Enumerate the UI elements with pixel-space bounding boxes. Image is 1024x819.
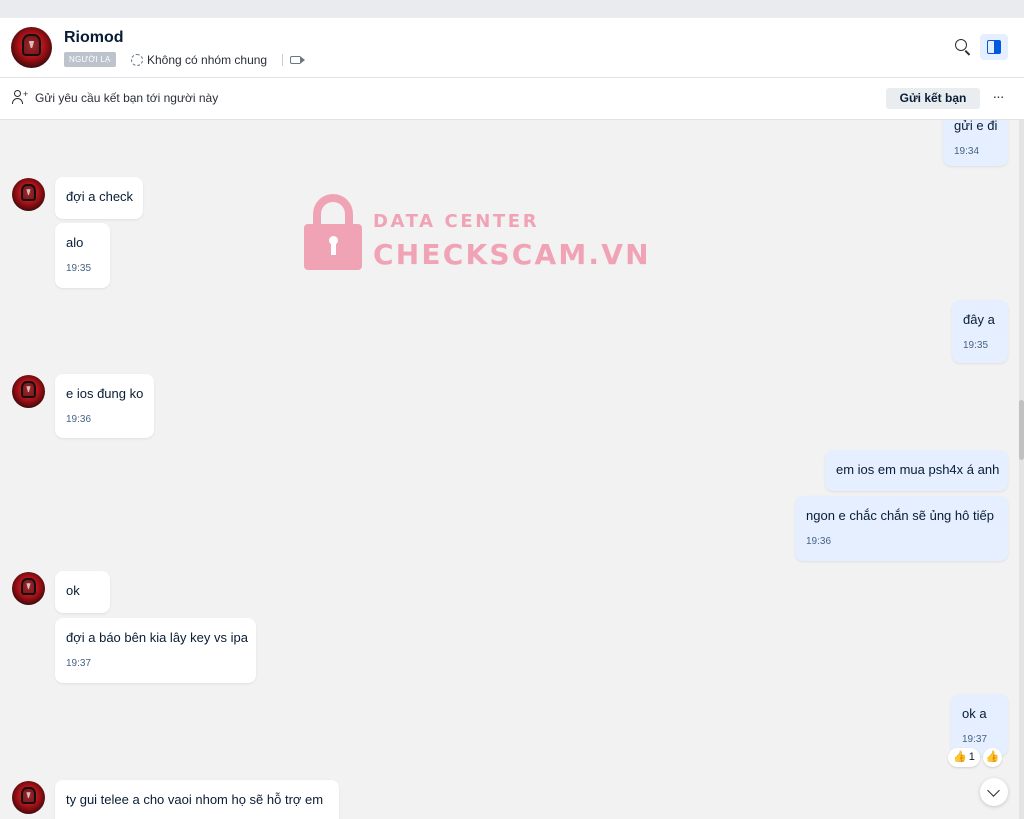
message-time: 19:37 [962,734,988,745]
send-friend-request-button[interactable]: Gửi kết bạn [886,88,980,109]
thumbs-up-icon: 👍 [953,751,967,763]
watermark-line-2: CHECKSCAM.VN [373,238,651,271]
common-groups-label: Không có nhóm chung [147,53,268,67]
contact-name[interactable]: Riomod [64,29,124,47]
message-bubble-sent[interactable]: ok a 19:37 [951,694,1008,756]
message-bubble-received[interactable]: e ios đung ko 19:36 [55,374,154,438]
watermark-line-1: DATA CENTER [373,211,540,232]
contact-avatar[interactable] [11,27,52,68]
message-text: ok a [962,706,987,721]
scroll-to-bottom-button[interactable] [980,778,1008,806]
search-icon[interactable] [955,39,971,55]
toggle-info-panel-button[interactable] [980,34,1008,60]
message-bubble-sent[interactable]: em ios em mua psh4x á anh [825,450,1008,491]
message-text: ok [66,583,80,598]
message-time: 19:34 [954,146,980,157]
message-bubble-sent[interactable]: gửi e đi 19:34 [943,120,1008,166]
message-text: e ios đung ko [66,386,144,401]
add-reaction-icon[interactable]: 👍 [982,748,1002,767]
sender-avatar[interactable] [12,572,45,605]
message-bubble-received[interactable]: đợi a báo bên kia lây key vs ipa 19:37 [55,618,256,683]
lock-watermark-icon [304,194,362,270]
message-text: đợi a check [66,189,134,204]
header-divider [282,54,283,66]
message-text: em ios em mua psh4x á anh [836,462,1000,477]
message-text: đợi a báo bên kia lây key vs ipa [66,630,248,645]
message-time: 19:36 [806,536,832,547]
message-bubble-received[interactable]: ok [55,571,110,613]
message-time: 19:36 [66,414,92,425]
sender-avatar[interactable] [12,178,45,211]
message-time: 19:35 [66,263,92,274]
message-bubble-received[interactable]: đợi a check [55,177,143,219]
message-text: gửi e đi [954,120,998,133]
message-text: alo [66,235,84,250]
sender-avatar[interactable] [12,375,45,408]
message-time: 19:35 [963,340,989,351]
friend-request-text: Gửi yêu cầu kết bạn tới người này [35,91,219,105]
message-text: đây a [963,312,995,327]
reaction-count: 1 [968,751,975,763]
message-reactions: 👍 1 👍 [948,748,1002,767]
panel-toggle-icon [987,40,1001,54]
friend-request-bar: + Gửi yêu cầu kết bạn tới người này Gửi … [0,78,1024,120]
message-bubble-sent[interactable]: đây a 19:35 [952,300,1008,363]
chat-area[interactable]: DATA CENTER CHECKSCAM.VN gửi e đi 19:34 … [0,120,1024,819]
window-top-strip [0,0,1024,18]
more-options-icon[interactable]: ··· [990,89,1006,105]
stranger-badge: NGƯỜI LẠ [64,52,116,67]
tag-icon[interactable] [290,55,305,64]
message-text: ngon e chắc chắn sẽ ủng hô tiếp [806,508,994,523]
common-groups[interactable]: Không có nhóm chung [131,52,267,68]
message-time: 19:37 [66,658,92,669]
reaction-pill[interactable]: 👍 1 [948,748,980,767]
groups-icon [131,54,143,66]
sender-avatar[interactable] [12,781,45,814]
message-bubble-sent[interactable]: ngon e chắc chắn sẽ ủng hô tiếp 19:36 [795,496,1008,561]
chat-scrollbar[interactable] [1019,120,1024,819]
message-bubble-received[interactable]: ty gui telee a cho vaoi nhom họ sẽ hỗ tr… [55,780,339,819]
user-add-icon: + [12,90,28,106]
message-bubble-received[interactable]: alo 19:35 [55,223,110,288]
message-text: ty gui telee a cho vaoi nhom họ sẽ hỗ tr… [66,792,324,807]
conversation-header: Riomod NGƯỜI LẠ Không có nhóm chung [0,18,1024,78]
